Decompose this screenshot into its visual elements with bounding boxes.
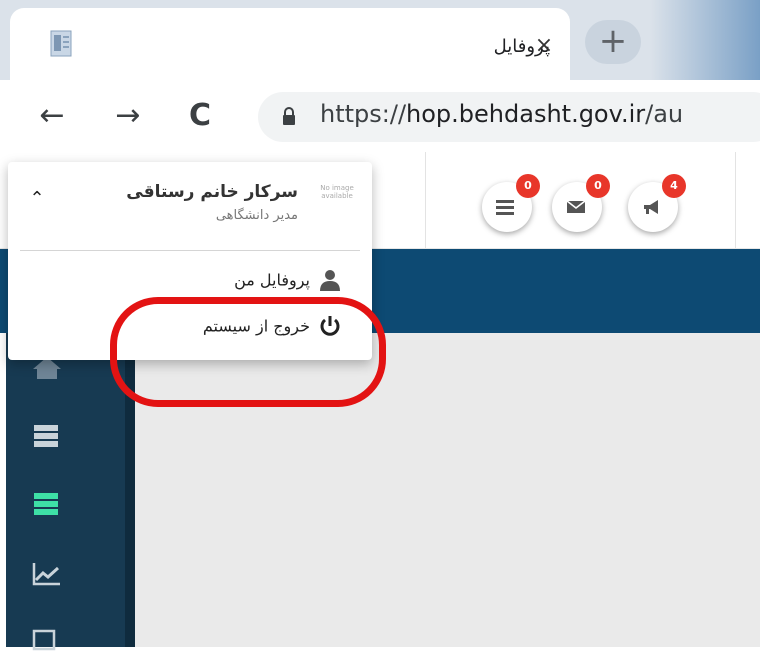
menu-item-label: پروفایل من	[234, 270, 310, 290]
notification-badge: 4	[662, 174, 686, 198]
chevron-up-icon[interactable]: ⌃	[26, 188, 48, 210]
browser-toolbar: ← → C https://hop.behdasht.gov.ir/au	[0, 80, 760, 152]
user-role: مدیر دانشگاهی	[215, 208, 298, 223]
browser-tab[interactable]: پروفایل ×	[10, 8, 570, 80]
lock-icon	[283, 107, 295, 125]
new-tab-button[interactable]: +	[585, 20, 641, 64]
url-scheme: https://	[320, 100, 407, 128]
user-name: سرکار خانم رستاقی	[126, 182, 298, 202]
forward-button[interactable]: →	[108, 96, 148, 136]
chart-icon[interactable]	[30, 561, 64, 587]
back-button[interactable]: ←	[32, 96, 72, 136]
notification-badge: 0	[586, 174, 610, 198]
highlight-annotation	[110, 297, 386, 407]
edit-icon[interactable]	[30, 625, 64, 651]
notification-badge: 0	[516, 174, 540, 198]
server-active-icon[interactable]	[30, 491, 64, 517]
menu-item-profile[interactable]: پروفایل من	[42, 268, 342, 300]
address-bar[interactable]: https://hop.behdasht.gov.ir/au	[258, 92, 760, 142]
web-page: 0 0 4 ⌃ سرکار خانم رستاقی مدیر دانشگاهی …	[0, 152, 760, 651]
url-text: https://hop.behdasht.gov.ir/au	[320, 100, 683, 128]
messages-button[interactable]: 0	[552, 174, 610, 232]
browser-tabstrip: پروفایل × +	[0, 0, 760, 80]
header-divider	[735, 152, 736, 248]
avatar: No image available	[320, 184, 354, 200]
url-path: /au	[645, 100, 684, 128]
list-icon	[496, 200, 514, 215]
tabstrip-edge	[650, 0, 760, 80]
sidebar-left-edge	[0, 333, 6, 647]
close-tab-icon[interactable]: ×	[530, 32, 558, 60]
server-icon[interactable]	[30, 423, 64, 449]
reload-button[interactable]: C	[180, 96, 220, 136]
url-host: hop.behdasht.gov.ir	[406, 100, 646, 128]
tab-title: پروفایل	[493, 36, 550, 57]
megaphone-icon	[644, 200, 658, 214]
user-icon	[320, 270, 340, 291]
envelope-icon	[566, 200, 586, 213]
header-divider	[425, 152, 426, 248]
menu-notification-button[interactable]: 0	[482, 174, 540, 232]
menu-divider	[20, 250, 360, 251]
document-favicon-icon	[50, 30, 72, 57]
announcements-button[interactable]: 4	[628, 174, 686, 232]
